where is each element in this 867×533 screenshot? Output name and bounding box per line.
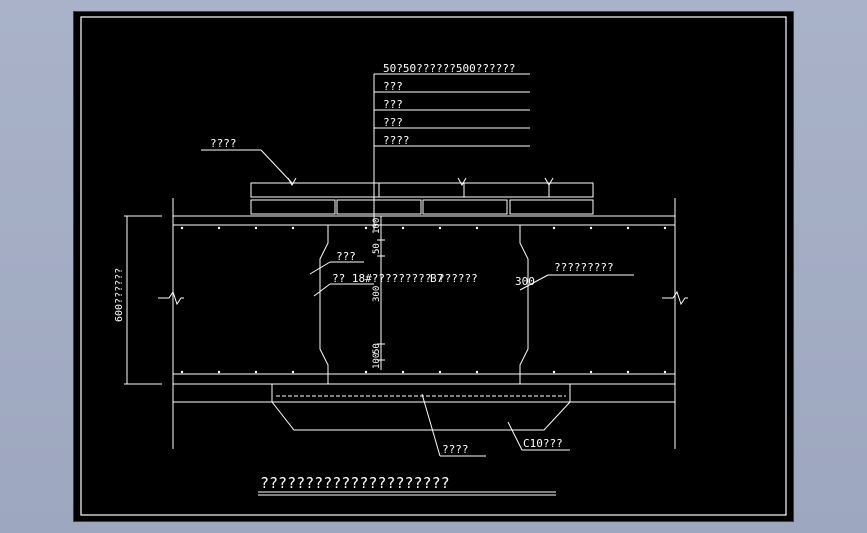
leader-line-1: 50?50??????500?????? bbox=[383, 62, 515, 75]
rebar-dots bbox=[180, 226, 667, 374]
label-bottom-mid: ???? bbox=[442, 443, 469, 456]
channel-section bbox=[158, 198, 688, 449]
label-rebar-tag: B7 bbox=[430, 272, 443, 285]
dim-top-100: 100 bbox=[372, 218, 382, 234]
cad-viewport[interactable]: 50?50??????500?????? ??? ??? ??? ???? ??… bbox=[0, 0, 867, 533]
leader-line-4: ??? bbox=[383, 116, 403, 129]
drawing-sheet[interactable]: 50?50??????500?????? ??? ??? ??? ???? ??… bbox=[74, 12, 793, 521]
label-left-top: ???? bbox=[210, 137, 237, 150]
title-underline bbox=[258, 491, 556, 496]
base-bedding bbox=[271, 383, 571, 431]
drawing-title: ????????????????????? bbox=[260, 474, 450, 492]
cover-blocks bbox=[250, 177, 594, 215]
dim-bot-100: 100 bbox=[372, 353, 382, 369]
dim-top-50: 50 bbox=[372, 243, 382, 254]
label-left-mid: ??? bbox=[336, 250, 356, 263]
height-dimension bbox=[124, 215, 162, 385]
dim-bot-50: 50 bbox=[372, 343, 382, 354]
label-right: ????????? bbox=[554, 261, 614, 274]
label-bottom-right: C10??? bbox=[523, 437, 563, 450]
leader-line-2: ??? bbox=[383, 80, 403, 93]
label-300: 300 bbox=[515, 275, 535, 288]
dim-mid-300: 300 bbox=[372, 286, 382, 302]
leader-line-5: ???? bbox=[383, 134, 410, 147]
drawing-canvas: 50?50??????500?????? ??? ??? ??? ???? ??… bbox=[80, 16, 787, 516]
label-rebar: ?? 18#????????? ?????? bbox=[332, 272, 478, 285]
right-leader bbox=[519, 274, 634, 291]
left-top-leader bbox=[201, 149, 293, 184]
height-dim-text: 600?????? bbox=[114, 268, 125, 322]
leader-line-3: ??? bbox=[383, 98, 403, 111]
